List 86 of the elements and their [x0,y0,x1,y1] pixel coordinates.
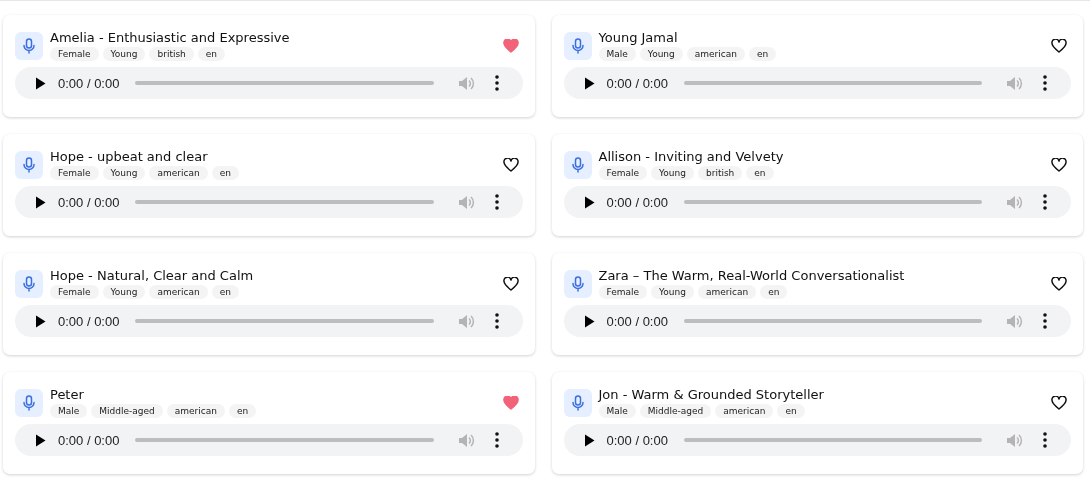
tag: en [746,166,774,180]
tag: british [149,47,194,61]
heart-icon[interactable] [502,157,519,172]
voice-name: Jon - Warm & Grounded Storyteller [598,387,825,402]
more-options-icon[interactable] [1043,75,1047,91]
more-options-icon[interactable] [494,432,499,448]
progress-track[interactable] [683,200,982,204]
tag: en [229,404,257,418]
tag: Middle-aged [91,404,163,418]
tag: Male [50,404,88,418]
tag: en [760,285,788,299]
playback-time: 0:00 / 0:00 [606,313,668,329]
microphone-icon [563,150,592,179]
play-icon[interactable] [583,314,595,328]
more-options-icon[interactable] [1043,313,1047,329]
more-options-icon[interactable] [1043,194,1047,210]
tag: Female [598,166,648,180]
microphone-icon [15,269,43,298]
progress-track[interactable] [135,438,434,442]
tag: Female [598,285,648,299]
progress-track[interactable] [683,438,982,442]
tag: american [166,404,225,418]
voice-name: Hope - Natural, Clear and Calm [50,268,255,283]
playback-time: 0:00 / 0:00 [606,194,668,210]
microphone-icon [563,31,592,60]
tag: Female [50,166,99,180]
tag: Male [598,404,636,418]
microphone-icon [15,31,43,60]
playback-time: 0:00 / 0:00 [58,432,120,448]
tag: american [686,47,745,61]
tag: american [715,404,774,418]
tag: american [698,285,757,299]
progress-track[interactable] [683,319,982,323]
voice-name: Young Jamal [598,30,679,45]
playback-time: 0:00 / 0:00 [606,432,668,448]
tag: en [777,404,805,418]
microphone-icon [15,388,43,417]
play-icon[interactable] [35,314,46,328]
progress-track[interactable] [135,319,434,323]
heart-icon[interactable] [1051,276,1067,291]
more-options-icon[interactable] [494,194,499,210]
tag: Young [651,166,694,180]
tag: Young [102,47,146,61]
tag: Young [102,285,146,299]
heart-icon[interactable] [1051,395,1067,410]
tag: Young [651,285,694,299]
playback-time: 0:00 / 0:00 [58,75,120,91]
playback-time: 0:00 / 0:00 [606,75,668,91]
heart-icon[interactable] [502,276,519,291]
playback-time: 0:00 / 0:00 [58,194,120,210]
voice-name: Peter [50,387,85,402]
tag: Male [598,47,636,61]
tag: british [698,166,743,180]
more-options-icon[interactable] [1043,432,1047,448]
play-icon[interactable] [35,195,46,209]
tag: en [211,285,239,299]
voice-name: Amelia - Enthusiastic and Expressive [50,30,291,45]
play-icon[interactable] [35,76,46,90]
tag: Female [50,47,99,61]
voice-name: Zara – The Warm, Real-World Conversationalist [598,268,906,283]
voice-name: Allison - Inviting and Velvety [598,149,785,164]
heart-icon[interactable] [1051,38,1067,53]
play-icon[interactable] [35,433,46,447]
microphone-icon [15,150,43,179]
tag: Middle-aged [639,404,712,418]
tag: en [748,47,777,61]
heart-icon[interactable] [1051,157,1067,172]
playback-time: 0:00 / 0:00 [58,313,120,329]
tag: en [211,166,239,180]
progress-track[interactable] [135,81,434,85]
tag: Female [50,285,99,299]
progress-track[interactable] [135,200,434,204]
play-icon[interactable] [583,195,595,209]
microphone-icon [563,388,592,417]
progress-track[interactable] [683,81,982,85]
microphone-icon [563,269,592,298]
tag: american [149,285,208,299]
voice-name: Hope - upbeat and clear [50,149,209,164]
tag: Young [639,47,683,61]
tag: american [149,166,208,180]
tag: en [197,47,226,61]
play-icon[interactable] [583,433,595,447]
tag: Young [102,166,146,180]
more-options-icon[interactable] [494,313,499,329]
play-icon[interactable] [583,76,595,90]
more-options-icon[interactable] [494,75,499,91]
